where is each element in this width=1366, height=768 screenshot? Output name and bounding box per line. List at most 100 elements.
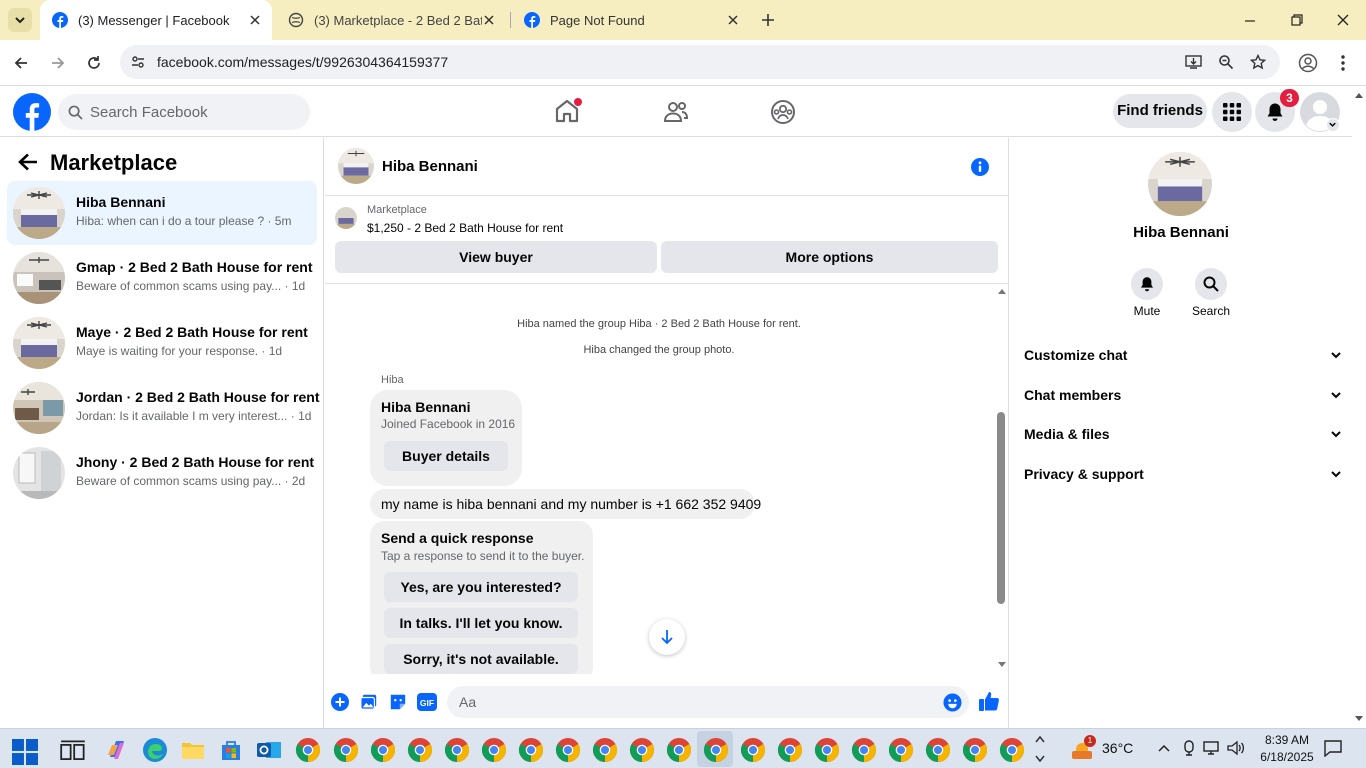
tab-marketplace[interactable]: (3) Marketplace - 2 Bed 2 Bath H [278, 0, 506, 40]
message-scrollbar[interactable] [995, 284, 1009, 674]
chrome-icon[interactable] [295, 737, 321, 763]
chrome-profile-icon[interactable] [703, 737, 729, 763]
listing-thumbnail[interactable] [335, 207, 357, 229]
close-tab-icon[interactable] [726, 13, 740, 27]
install-app-icon[interactable] [1185, 54, 1202, 70]
info-icon[interactable] [970, 157, 990, 177]
search-box[interactable] [58, 94, 310, 130]
chrome-profile-icon[interactable] [962, 737, 988, 763]
chrome-profile-icon[interactable] [407, 737, 433, 763]
chrome-profile-icon[interactable] [444, 737, 470, 763]
kebab-menu-icon[interactable] [1340, 54, 1346, 72]
conversation-item[interactable]: Gmap · 2 Bed 2 Bath House for rent Bewar… [7, 246, 317, 310]
chrome-profile-icon[interactable] [592, 737, 618, 763]
conversation-item[interactable]: Maye · 2 Bed 2 Bath House for rent Maye … [7, 311, 317, 375]
scrollbar-thumb[interactable] [997, 412, 1005, 604]
chrome-profile-icon[interactable] [814, 737, 840, 763]
chrome-profile-icon[interactable] [629, 737, 655, 763]
conversation-item[interactable]: Jordan · 2 Bed 2 Bath House for rent Jor… [7, 376, 319, 440]
chat-avatar[interactable] [338, 148, 374, 184]
close-window-icon[interactable] [1336, 13, 1350, 27]
restore-icon[interactable] [1290, 13, 1304, 27]
profile-photo[interactable] [1148, 152, 1212, 216]
chrome-profile-icon[interactable] [333, 737, 359, 763]
tab-page-not-found[interactable]: Page Not Found [514, 0, 750, 40]
scroll-down-arrow-icon[interactable] [1352, 714, 1366, 724]
zoom-icon[interactable] [1218, 54, 1234, 70]
windows-start-icon[interactable] [12, 739, 38, 765]
microsoft-store-icon[interactable] [218, 737, 244, 763]
back-icon[interactable] [13, 55, 29, 71]
quick-response-button[interactable]: Yes, are you interested? [384, 572, 578, 602]
outlook-icon[interactable] [256, 737, 282, 763]
mute-button[interactable] [1131, 268, 1163, 300]
scroll-up-arrow-icon[interactable] [1352, 90, 1366, 100]
taskbar-scroll-icon[interactable] [1034, 733, 1046, 765]
bookmark-star-icon[interactable] [1250, 54, 1266, 70]
scroll-up-arrow-icon[interactable] [995, 286, 1009, 296]
friends-icon[interactable] [663, 99, 689, 125]
plus-icon[interactable] [331, 693, 349, 711]
clock-time[interactable]: 8:39 AM [1257, 733, 1317, 747]
chrome-profile-icon[interactable] [851, 737, 877, 763]
message-input[interactable] [459, 686, 919, 718]
scroll-to-bottom-button[interactable] [649, 619, 685, 655]
find-friends-button[interactable]: Find friends [1113, 94, 1207, 128]
file-explorer-icon[interactable] [180, 737, 206, 763]
tab-search-button[interactable] [8, 8, 32, 32]
sticker-icon[interactable] [389, 693, 407, 711]
page-scrollbar[interactable] [1352, 87, 1366, 728]
volume-icon[interactable] [1227, 740, 1245, 756]
groups-icon[interactable] [770, 99, 796, 125]
conversation-item[interactable]: Jhony · 2 Bed 2 Bath House for rent Bewa… [7, 441, 317, 505]
copilot-icon[interactable] [104, 737, 130, 763]
chrome-profile-icon[interactable] [370, 737, 396, 763]
photo-icon[interactable] [360, 693, 378, 711]
chrome-profile-icon[interactable] [666, 737, 692, 763]
chrome-profile-icon[interactable] [555, 737, 581, 763]
chat-members-section[interactable]: Chat members [1024, 377, 1342, 413]
search-conversation-button[interactable] [1195, 268, 1227, 300]
account-avatar[interactable] [1300, 92, 1340, 132]
thumbs-up-icon[interactable] [978, 690, 1000, 712]
close-tab-icon[interactable] [248, 13, 262, 27]
conversation-item[interactable]: Hiba Bennani Hiba: when can i do a tour … [7, 181, 317, 245]
emoji-icon[interactable] [943, 693, 962, 712]
site-info-icon[interactable] [130, 54, 146, 70]
network-icon[interactable] [1203, 740, 1221, 756]
chrome-profile-icon[interactable] [888, 737, 914, 763]
close-tab-icon[interactable] [482, 13, 496, 27]
facebook-logo-icon[interactable] [13, 93, 51, 131]
nav-home[interactable] [554, 95, 584, 127]
back-arrow-icon[interactable] [18, 153, 38, 171]
media-files-section[interactable]: Media & files [1024, 416, 1342, 452]
listing-title[interactable]: $1,250 - 2 Bed 2 Bath House for rent [367, 221, 563, 235]
address-bar[interactable]: facebook.com/messages/t/9926304364159377 [120, 45, 1280, 79]
chrome-profile-icon[interactable] [481, 737, 507, 763]
reload-icon[interactable] [86, 55, 102, 71]
temperature[interactable]: 36°C [1102, 740, 1133, 756]
minimize-icon[interactable] [1243, 14, 1257, 28]
more-options-button[interactable]: More options [661, 241, 998, 273]
tab-messenger[interactable]: (3) Messenger | Facebook [40, 0, 272, 40]
forward-icon[interactable] [50, 55, 66, 71]
chrome-profile-icon[interactable] [740, 737, 766, 763]
chrome-profile-icon[interactable] [925, 737, 951, 763]
edge-icon[interactable] [142, 737, 168, 763]
customize-chat-section[interactable]: Customize chat [1024, 337, 1342, 373]
chrome-profile-icon[interactable] [999, 737, 1025, 763]
menu-button[interactable] [1212, 92, 1252, 132]
quick-response-button[interactable]: Sorry, it's not available. [384, 644, 578, 674]
view-buyer-button[interactable]: View buyer [335, 241, 657, 273]
new-tab-icon[interactable] [760, 12, 776, 28]
scroll-down-arrow-icon[interactable] [995, 660, 1009, 670]
clock-date[interactable]: 6/18/2025 [1251, 750, 1323, 764]
profile-icon[interactable] [1298, 53, 1318, 73]
task-view-icon[interactable] [60, 739, 86, 765]
chat-title[interactable]: Hiba Bennani [382, 158, 478, 175]
notification-center-icon[interactable] [1324, 739, 1342, 757]
buyer-details-button[interactable]: Buyer details [384, 441, 508, 471]
show-hidden-icons-icon[interactable] [1157, 742, 1171, 754]
meet-icon[interactable] [1181, 740, 1197, 756]
gif-icon[interactable]: GIF [417, 693, 437, 711]
